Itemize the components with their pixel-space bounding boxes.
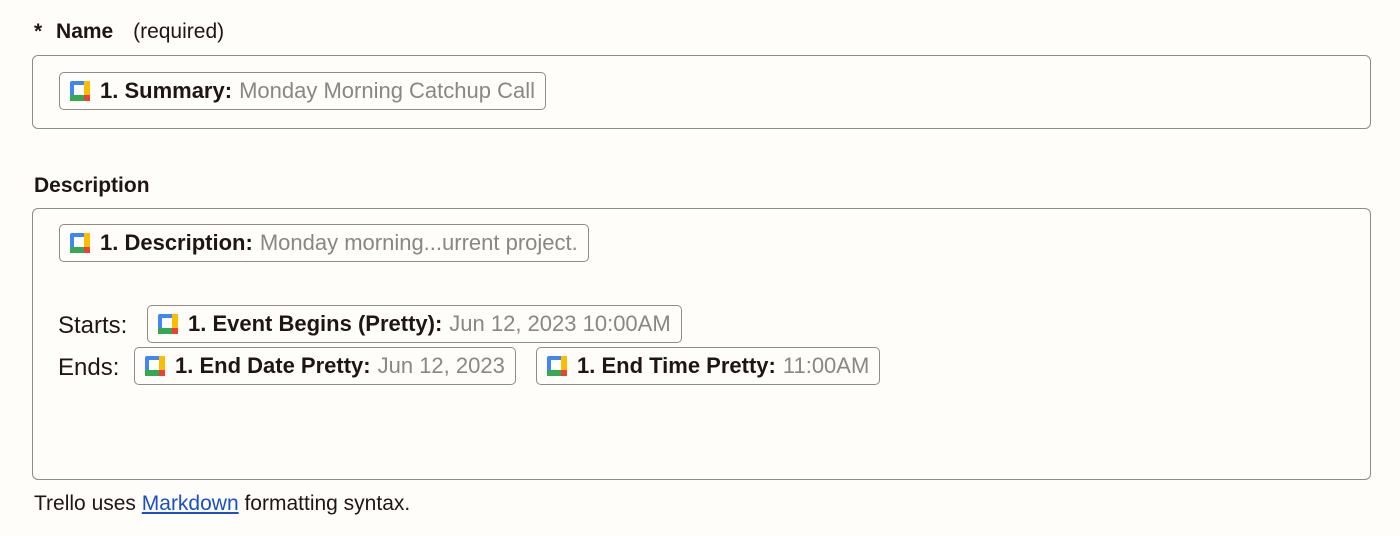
pill-key: 1. Event Begins (Pretty): [188, 311, 443, 336]
required-indicator: (required) [133, 20, 225, 43]
summary-pill[interactable]: 1. Summary: Monday Morning Catchup Call [59, 72, 546, 110]
pill-key: 1. Description: [100, 230, 253, 255]
name-field-label: * Name (required) [34, 20, 224, 44]
help-text-after: formatting syntax. [238, 492, 411, 515]
google-calendar-icon [70, 81, 90, 101]
google-calendar-icon [547, 356, 567, 376]
google-calendar-icon [145, 356, 165, 376]
starts-label: Starts: [58, 312, 128, 339]
ends-label: Ends: [58, 354, 120, 381]
description-pill[interactable]: 1. Description: Monday morning...urrent … [59, 224, 589, 262]
required-asterisk: * [34, 20, 43, 43]
help-text-before: Trello uses [34, 492, 142, 515]
pill-key: 1. Summary: [100, 78, 233, 103]
pill-value: Monday morning...urrent project. [259, 230, 578, 255]
pill-value: 11:00AM [782, 353, 870, 378]
pill-value: Monday Morning Catchup Call [239, 78, 535, 103]
pill-value: Jun 12, 2023 10:00AM [449, 311, 671, 336]
pill-key: 1. End Time Pretty: [577, 353, 776, 378]
description-label: Description [34, 174, 150, 197]
markdown-link[interactable]: Markdown [142, 492, 239, 515]
name-label-text: Name [56, 20, 114, 43]
google-calendar-icon [70, 233, 90, 253]
help-text: Trello uses Markdown formatting syntax. [34, 492, 410, 516]
end-time-pill[interactable]: 1. End Time Pretty: 11:00AM [536, 347, 881, 385]
google-calendar-icon [158, 314, 178, 334]
pill-key: 1. End Date Pretty: [175, 353, 371, 378]
pill-value: Jun 12, 2023 [377, 353, 505, 378]
end-date-pill[interactable]: 1. End Date Pretty: Jun 12, 2023 [134, 347, 516, 385]
event-begins-pill[interactable]: 1. Event Begins (Pretty): Jun 12, 2023 1… [147, 305, 682, 343]
